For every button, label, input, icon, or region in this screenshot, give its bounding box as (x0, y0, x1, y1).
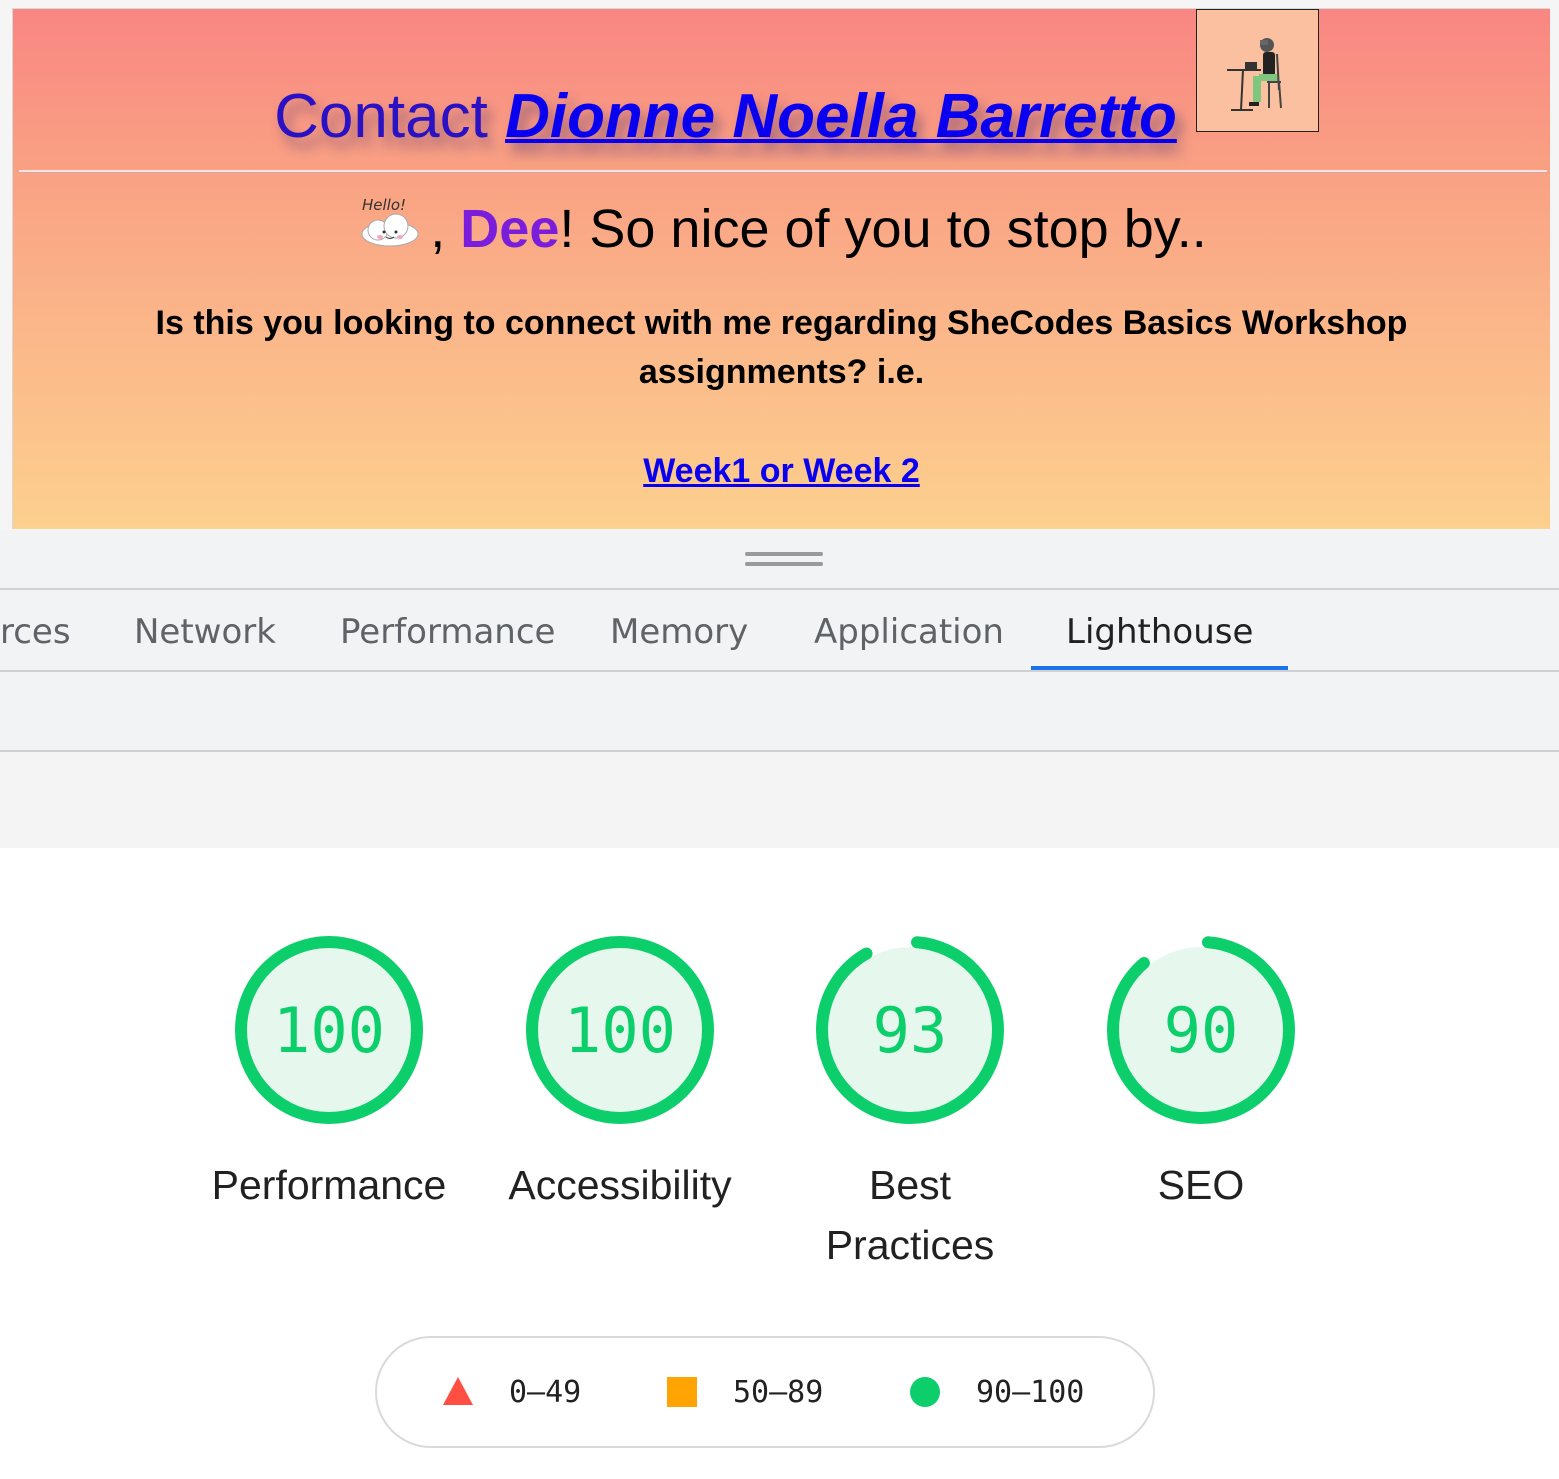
tab-sources[interactable]: rces (0, 590, 71, 670)
gauge-ring-accessibility: 100 (526, 936, 714, 1124)
svg-text:Hello!: Hello! (362, 196, 406, 214)
greeting-message: ! So nice of you to stop by.. (559, 199, 1207, 259)
gauge-ring-seo: 90 (1107, 936, 1295, 1124)
legend-range-average: 50–89 (733, 1375, 824, 1410)
devtools-resize-handle[interactable] (0, 530, 1559, 590)
page-preview: Contact Dionne Noella Barretto Hello! , … (0, 0, 1559, 530)
tab-memory[interactable]: Memory (610, 590, 748, 670)
tab-performance[interactable]: Performance (340, 590, 555, 670)
tab-network[interactable]: Network (134, 590, 276, 670)
gauge-label-seo: SEO (1157, 1162, 1245, 1208)
circle-icon (910, 1376, 940, 1407)
gauge-performance[interactable]: 100 Performance (212, 930, 446, 1208)
greeting-separator: , (430, 199, 446, 259)
week-assignments-link[interactable]: Week1 or Week 2 (643, 452, 920, 490)
report-header (0, 752, 1559, 848)
gauge-score-performance: 100 (273, 994, 385, 1067)
gauge-ring-best-practices: 93 (816, 936, 1004, 1124)
horizontal-rule (19, 170, 1547, 173)
legend-item-fail: 0–49 (443, 1376, 581, 1410)
devtools-tab-bar: rces Network Performance Memory Applicat… (0, 590, 1559, 672)
gauge-accessibility[interactable]: 100 Accessibility (508, 930, 732, 1208)
gauge-label-best-practices: Best Practices (825, 1162, 995, 1268)
legend-item-pass: 90–100 (910, 1376, 1084, 1410)
drag-grip-icon[interactable] (745, 552, 823, 568)
greeting-heading: Hello! , Dee! So nice of you to stop by.… (13, 194, 1550, 264)
square-icon (667, 1376, 697, 1407)
gauge-score-best-practices: 93 (873, 994, 948, 1067)
lighthouse-toolbar (0, 672, 1559, 752)
week-link-container: Week1 or Week 2 (13, 449, 1550, 493)
triangle-icon (443, 1376, 473, 1405)
gauge-score-seo: 90 (1164, 994, 1239, 1067)
avatar-image (1196, 9, 1319, 132)
gauge-ring-performance: 100 (235, 936, 423, 1124)
author-link[interactable]: Dionne Noella Barretto (505, 82, 1177, 151)
gauge-label-accessibility: Accessibility (508, 1162, 732, 1208)
visitor-name: Dee (460, 199, 560, 259)
legend-item-average: 50–89 (667, 1376, 823, 1410)
webpage-content: Contact Dionne Noella Barretto Hello! , … (12, 8, 1550, 529)
heading-prefix: Contact (274, 82, 488, 151)
gauge-best-practices[interactable]: 93 Best Practices (810, 930, 1010, 1268)
tab-lighthouse[interactable]: Lighthouse (1031, 590, 1289, 670)
hello-cloud-icon: Hello! (356, 194, 424, 250)
legend-range-fail: 0–49 (509, 1375, 582, 1410)
gauge-seo[interactable]: 90 SEO (1101, 930, 1301, 1208)
woman-at-desk-illustration (1197, 10, 1318, 131)
page-title: Contact Dionne Noella Barretto (13, 79, 1550, 155)
score-scale-legend: 0–49 50–89 90–100 (375, 1336, 1155, 1448)
gauge-score-accessibility: 100 (564, 994, 676, 1067)
question-text: Is this you looking to connect with me r… (155, 304, 1408, 391)
legend-range-pass: 90–100 (976, 1375, 1085, 1410)
tab-application[interactable]: Application (814, 590, 1004, 670)
